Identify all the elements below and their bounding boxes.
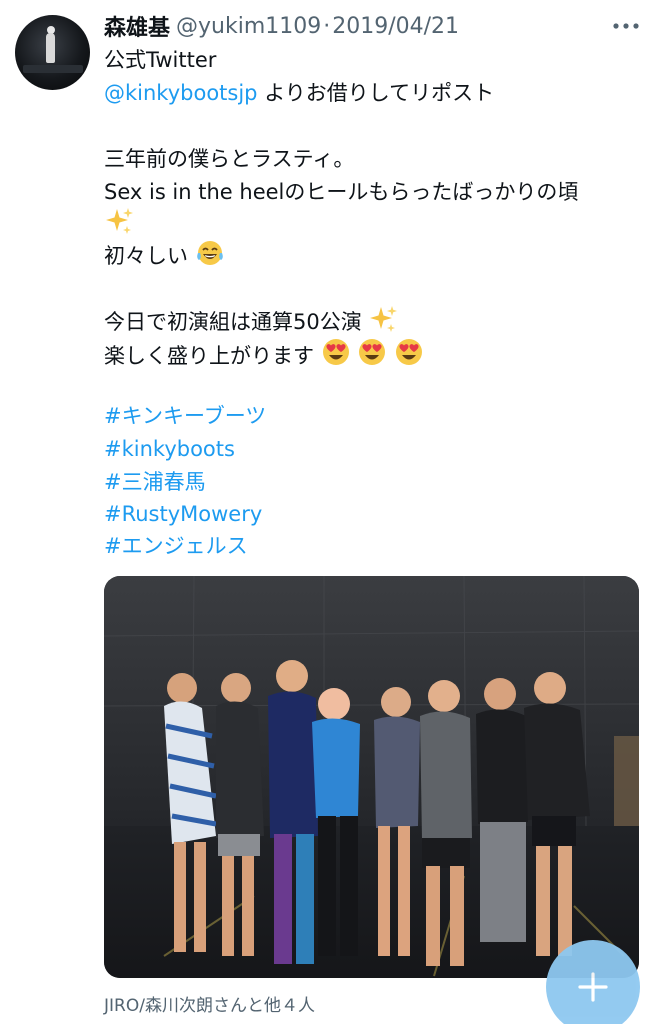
sparkles-icon xyxy=(370,306,398,332)
tweet-line-8-text: 楽しく盛り上がります xyxy=(104,344,314,368)
hashtag-link[interactable]: #kinkyboots xyxy=(104,433,235,465)
author-name[interactable]: 森雄基 xyxy=(104,10,170,42)
tweet-line-8: 楽しく盛り上がります xyxy=(104,337,424,372)
tweet-line-7-text: 今日で初演組は通算50公演 xyxy=(104,310,362,334)
author-handle[interactable]: @yukim1109 xyxy=(176,14,321,39)
heart-eyes-emoji xyxy=(359,339,386,365)
tweet-line-2: @kinkybootsjp よりお借りしてリポスト xyxy=(104,77,494,109)
mention-link[interactable]: @kinkybootsjp xyxy=(104,81,258,105)
tagged-people[interactable]: JIRO/森川次朗さんと他４人 xyxy=(104,991,315,1016)
tears-of-joy-emoji xyxy=(196,241,223,265)
avatar[interactable] xyxy=(15,15,90,90)
tweet-header: 森雄基 @yukim1109 · 2019/04/21 xyxy=(104,10,459,42)
tweet-line-3: 三年前の僕らとラスティ。 xyxy=(104,147,355,171)
hashtag-link[interactable]: #三浦春馬 xyxy=(104,466,206,498)
tweet-line-2-text: よりお借りしてリポスト xyxy=(257,81,495,105)
avatar-figure xyxy=(46,33,55,63)
avatar-stage xyxy=(23,65,83,73)
header-separator: · xyxy=(323,13,331,39)
photo-illustration xyxy=(104,576,639,978)
heart-eyes-emoji xyxy=(396,339,423,365)
tweet-line-6: 初々しい xyxy=(104,239,225,272)
tweet-date[interactable]: 2019/04/21 xyxy=(332,14,459,39)
compose-button[interactable] xyxy=(546,940,640,1024)
plus-icon xyxy=(578,972,608,1002)
tweet-line-1: 公式Twitter xyxy=(104,48,217,72)
tweet-line-6-text: 初々しい xyxy=(104,244,188,268)
hashtag-link[interactable]: #RustyMowery xyxy=(104,498,262,530)
tweet-line-4: Sex is in the heelのヒールもらったばっかりの頃 xyxy=(104,180,579,204)
tweet-line-5 xyxy=(104,207,134,240)
more-horizontal-icon[interactable] xyxy=(612,20,640,32)
hashtag-link[interactable]: #エンジェルス xyxy=(104,530,248,562)
tweet-line-7: 今日で初演組は通算50公演 xyxy=(104,305,398,338)
heart-eyes-emoji xyxy=(322,339,349,365)
tweet-photo[interactable] xyxy=(104,576,639,978)
sparkles-icon xyxy=(106,208,133,234)
hashtag-link[interactable]: #キンキーブーツ xyxy=(104,400,266,432)
